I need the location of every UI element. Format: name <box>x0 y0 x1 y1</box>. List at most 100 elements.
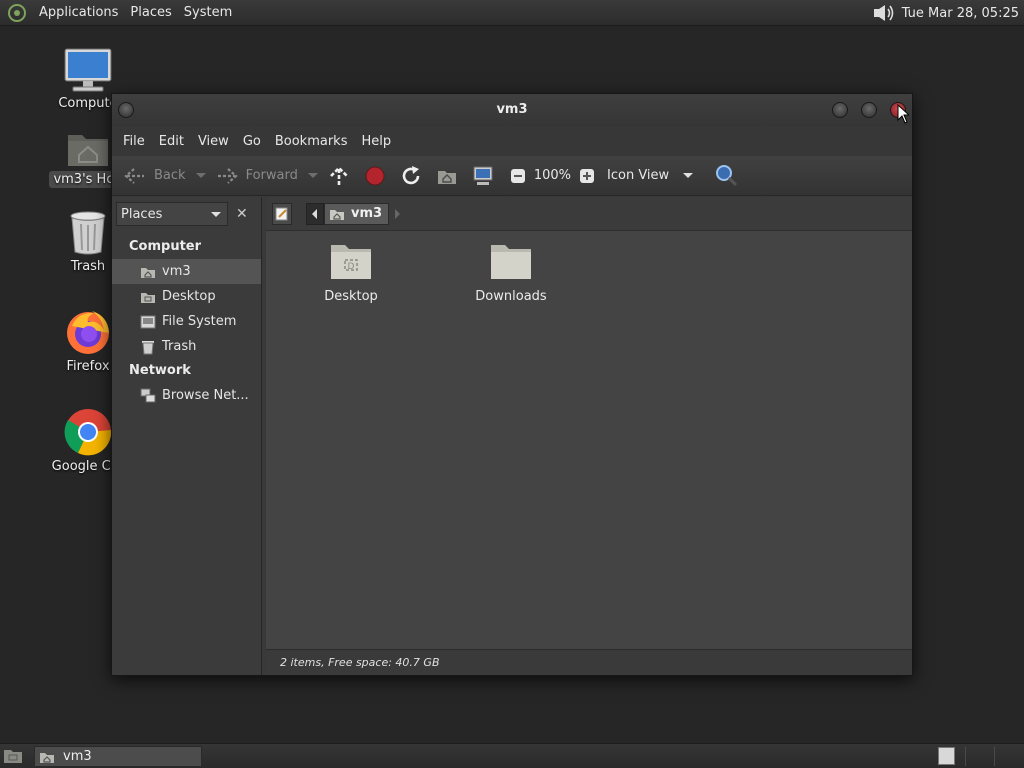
home-icon <box>437 170 456 184</box>
menu-help[interactable]: Help <box>354 134 398 149</box>
sidebar-type-select[interactable]: Places <box>116 202 228 226</box>
menu-file[interactable]: File <box>116 134 152 149</box>
home-icon <box>330 209 344 220</box>
forward-label: Forward <box>245 168 298 183</box>
firefox-icon <box>67 311 109 354</box>
clock[interactable]: Tue Mar 28, 05:25 <box>902 6 1019 21</box>
workspace-3[interactable] <box>995 747 1022 766</box>
zoom-out-icon <box>510 168 525 183</box>
svg-text:D: D <box>348 262 355 272</box>
chevron-down-icon <box>683 173 694 178</box>
window-title: vm3 <box>496 102 528 117</box>
sidebar-item-label: Desktop <box>162 289 216 304</box>
window-titlebar[interactable]: vm3 <box>112 94 912 126</box>
back-arrow-icon <box>124 167 144 184</box>
desktop-folder-icon <box>141 292 155 303</box>
forward-history-dropdown[interactable] <box>307 173 318 178</box>
workspace-2[interactable] <box>966 747 993 766</box>
home-icon <box>141 267 155 278</box>
sidebar-item-label: Trash <box>162 339 197 354</box>
pathbar-crumb-label: vm3 <box>351 206 383 221</box>
sidebar-header: Places ✕ <box>112 197 261 231</box>
pathbar-crumb-vm3[interactable]: vm3 <box>324 202 390 225</box>
minimize-button[interactable] <box>832 102 848 118</box>
desktop: Applications Places System Tue Mar 28, 0… <box>0 0 1024 768</box>
sidebar-item-label: vm3 <box>162 264 191 279</box>
file-item-desktop[interactable]: D Desktop <box>296 241 406 304</box>
menu-edit[interactable]: Edit <box>152 134 191 149</box>
view-mode-value: Icon View <box>607 168 670 183</box>
back-label: Back <box>154 168 186 183</box>
chevron-right-icon <box>395 208 401 219</box>
up-button[interactable] <box>324 160 354 192</box>
file-item-label: Downloads <box>475 289 547 304</box>
view-mode-select[interactable]: Icon View <box>599 160 703 192</box>
stop-button[interactable] <box>360 160 390 192</box>
computer-icon <box>64 48 112 92</box>
bottom-panel: vm3 <box>0 743 1024 768</box>
menu-view[interactable]: View <box>191 134 236 149</box>
search-button[interactable] <box>703 160 743 192</box>
sidebar-item-label: File System <box>162 314 237 329</box>
folder-icon <box>491 245 531 279</box>
volume-icon[interactable] <box>872 3 896 23</box>
zoom-out-button[interactable] <box>498 160 530 192</box>
desktop-folder-icon: D <box>331 245 371 279</box>
desktop-icon-label: Firefox <box>66 359 110 374</box>
system-menu[interactable]: System <box>178 0 238 26</box>
maximize-button[interactable] <box>861 102 877 118</box>
window-body: Places ✕ Computer vm3 Desktop File Syste… <box>112 197 912 675</box>
sidebar-item-vm3[interactable]: vm3 <box>112 259 261 284</box>
zoom-in-button[interactable] <box>575 160 599 192</box>
show-desktop-icon[interactable] <box>3 747 23 765</box>
location-pathbar: vm3 <box>266 197 912 231</box>
taskbar-item-vm3[interactable]: vm3 <box>34 746 202 767</box>
reload-button[interactable] <box>396 160 426 192</box>
back-button[interactable]: Back <box>120 160 190 192</box>
places-menu[interactable]: Places <box>124 0 177 26</box>
pathbar-scroll-right-button[interactable] <box>389 203 405 225</box>
file-item-label: Desktop <box>324 289 378 304</box>
back-history-dropdown[interactable] <box>195 173 206 178</box>
zoom-in-icon <box>580 168 595 183</box>
home-folder-icon <box>40 752 54 763</box>
top-panel: Applications Places System Tue Mar 28, 0… <box>0 0 1024 26</box>
network-icon <box>140 388 156 402</box>
file-manager-window: vm3 File Edit View Go Bookmarks Help Bac… <box>111 93 913 676</box>
sidebar-type-value: Places <box>121 206 163 222</box>
places-sidebar: Places ✕ Computer vm3 Desktop File Syste… <box>112 197 262 675</box>
sidebar-section-computer: Computer <box>129 239 202 254</box>
home-folder-icon <box>68 135 108 166</box>
sidebar-item-browse-network[interactable]: Browse Net... <box>112 383 261 408</box>
computer-button[interactable] <box>468 160 498 192</box>
toolbar: Back Forward 100% Icon View <box>112 156 912 196</box>
workspace-1[interactable] <box>938 747 955 765</box>
mouse-cursor-icon <box>897 104 909 124</box>
home-button[interactable] <box>432 160 462 192</box>
applications-menu[interactable]: Applications <box>33 0 124 26</box>
taskbar-item-label: vm3 <box>63 749 92 764</box>
sidebar-item-desktop[interactable]: Desktop <box>112 284 261 309</box>
drive-icon <box>140 315 156 328</box>
window-menu-button[interactable] <box>118 102 134 118</box>
chevron-left-icon <box>312 208 317 219</box>
sidebar-item-file-system[interactable]: File System <box>112 309 261 334</box>
pathbar-scroll-left-button[interactable] <box>306 202 324 225</box>
status-bar: 2 items, Free space: 40.7 GB <box>266 649 912 675</box>
reload-icon <box>402 165 420 184</box>
search-icon <box>716 164 738 186</box>
close-sidebar-icon[interactable]: ✕ <box>236 206 248 222</box>
trash-icon <box>142 340 154 354</box>
sidebar-item-label: Browse Net... <box>162 388 249 403</box>
file-view: vm3 D Desktop Downloads 2 items, Free sp… <box>266 197 912 675</box>
menu-go[interactable]: Go <box>236 134 268 149</box>
zoom-level: 100% <box>533 168 572 183</box>
menu-bookmarks[interactable]: Bookmarks <box>268 134 355 149</box>
sidebar-section-network: Network <box>129 363 191 378</box>
distro-logo-icon[interactable] <box>7 3 27 23</box>
sidebar-item-trash[interactable]: Trash <box>112 334 261 359</box>
toggle-location-entry-button[interactable] <box>272 202 292 225</box>
desktop-icon-label: Trash <box>70 259 106 274</box>
file-item-downloads[interactable]: Downloads <box>456 241 566 304</box>
forward-button[interactable]: Forward <box>212 160 302 192</box>
